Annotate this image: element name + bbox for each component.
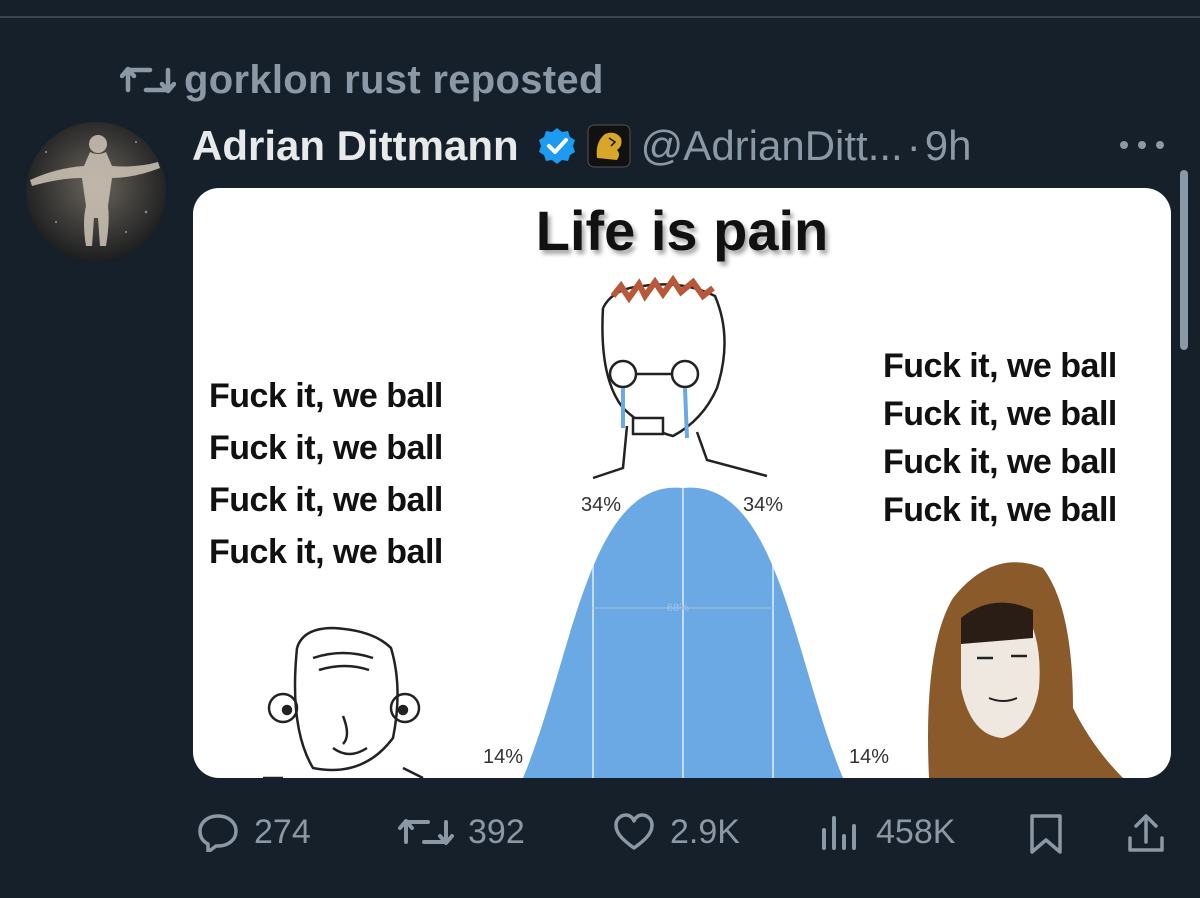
separator-dot: ·	[906, 122, 921, 169]
percent-label-right-inner: 34%	[743, 494, 784, 516]
right-caption-line: Fuck it, we ball	[883, 395, 1117, 433]
left-caption-line: Fuck it, we ball	[209, 377, 443, 415]
brainlet-wojak-icon	[263, 626, 424, 778]
percent-label-left-outer: 14%	[483, 746, 524, 768]
share-icon[interactable]	[1124, 812, 1168, 856]
reply-icon	[198, 814, 238, 852]
more-options-icon[interactable]	[1112, 130, 1172, 160]
avatar[interactable]	[26, 122, 166, 262]
avatar-figure-icon	[26, 122, 166, 262]
action-bar: 274 392 2.9K 458K	[0, 800, 1200, 864]
post-media-image[interactable]: Life is pain Fuck it, we ball Fuck it, w…	[193, 188, 1171, 778]
views-count: 458K	[876, 812, 956, 851]
left-caption-line: Fuck it, we ball	[209, 481, 443, 519]
author-row: Adrian Dittmann @AdrianDitt... · 9h	[192, 116, 971, 176]
like-count: 2.9K	[670, 812, 740, 851]
right-caption-block: Fuck it, we ball Fuck it, we ball Fuck i…	[883, 342, 1117, 534]
meme-title: Life is pain	[535, 199, 829, 262]
left-caption-line: Fuck it, we ball	[209, 429, 443, 467]
post-time[interactable]: 9h	[925, 122, 972, 170]
right-caption-line: Fuck it, we ball	[883, 491, 1117, 529]
views-chart-icon	[822, 816, 856, 850]
right-caption-line: Fuck it, we ball	[883, 347, 1117, 385]
views-button[interactable]: 458K	[818, 812, 955, 852]
author-name[interactable]: Adrian Dittmann	[192, 122, 519, 170]
heart-icon	[614, 813, 654, 850]
repost-context[interactable]: gorklon rust reposted	[120, 56, 604, 104]
repost-button[interactable]: 392	[398, 812, 525, 852]
author-handle[interactable]: @AdrianDitt...	[641, 122, 903, 170]
reply-count: 274	[254, 812, 311, 851]
repost-count: 392	[468, 812, 525, 851]
percent-label-left-inner: 34%	[581, 494, 622, 516]
repost-label: gorklon rust reposted	[184, 57, 604, 102]
left-caption-line: Fuck it, we ball	[209, 533, 443, 571]
repost-icon	[120, 66, 176, 94]
right-caption-line: Fuck it, we ball	[883, 443, 1117, 481]
lion-logo-icon[interactable]	[586, 124, 631, 168]
crying-wojak-icon	[592, 274, 768, 480]
percent-label-right-outer: 14%	[849, 746, 890, 768]
left-caption-block: Fuck it, we ball Fuck it, we ball Fuck i…	[209, 370, 443, 578]
reply-button[interactable]: 274	[196, 812, 311, 852]
verified-badge-icon[interactable]	[537, 126, 577, 166]
bookmark-icon[interactable]	[1026, 812, 1066, 856]
hooded-monk-icon	[928, 562, 1123, 778]
scrollbar[interactable]	[1180, 170, 1188, 350]
like-button[interactable]: 2.9K	[612, 812, 740, 852]
percent-label-center: 68%	[667, 602, 690, 614]
repost-icon	[398, 819, 454, 845]
top-divider	[0, 16, 1200, 18]
